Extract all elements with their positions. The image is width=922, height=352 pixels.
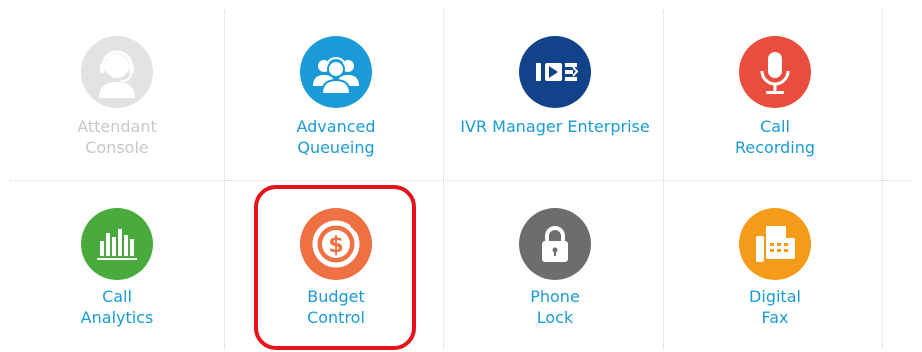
tile-label: Call Analytics xyxy=(80,287,154,327)
tile-ivr-manager-enterprise[interactable]: IVR Manager Enterprise xyxy=(448,10,662,180)
tile-budget-control[interactable]: $ Budget Control xyxy=(229,182,443,352)
microphone-icon xyxy=(739,36,811,108)
tile-label: Call Recording xyxy=(734,117,816,157)
grid-divider xyxy=(10,180,914,181)
fax-icon xyxy=(739,208,811,280)
tile-call-analytics[interactable]: Call Analytics xyxy=(10,182,224,352)
app-grid: Attendant Console Advanced Queueing IVR … xyxy=(0,0,922,352)
bar-chart-icon xyxy=(81,208,153,280)
tile-digital-fax[interactable]: Digital Fax xyxy=(668,182,882,352)
tile-label: Budget Control xyxy=(307,287,365,327)
dollar-coin-icon: $ xyxy=(300,208,372,280)
tile-label: Digital Fax xyxy=(749,287,801,327)
tile-label: Attendant Console xyxy=(77,117,157,157)
tile-attendant-console[interactable]: Attendant Console xyxy=(10,10,224,180)
tile-phone-lock[interactable]: Phone Lock xyxy=(448,182,662,352)
agents-group-icon xyxy=(300,36,372,108)
tile-label: Phone Lock xyxy=(530,287,580,327)
tile-advanced-queueing[interactable]: Advanced Queueing xyxy=(229,10,443,180)
svg-text:$: $ xyxy=(328,233,343,258)
headset-agent-icon xyxy=(81,36,153,108)
padlock-icon xyxy=(519,208,591,280)
tile-label: IVR Manager Enterprise xyxy=(460,117,650,136)
ivr-icon xyxy=(519,36,591,108)
tile-call-recording[interactable]: Call Recording xyxy=(668,10,882,180)
tile-label: Advanced Queueing xyxy=(296,117,376,157)
